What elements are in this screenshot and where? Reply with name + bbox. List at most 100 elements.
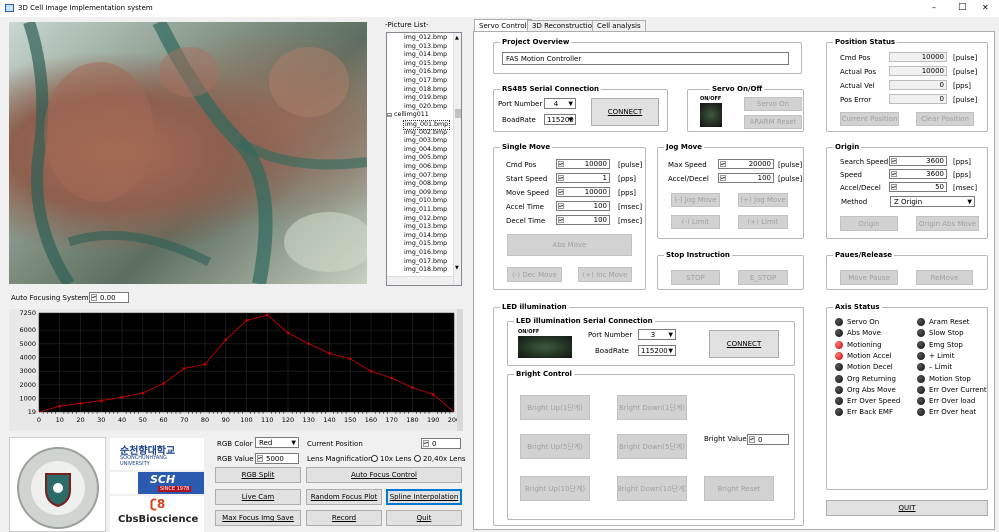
dec-move-button[interactable]: (-) Dec Move [507, 267, 562, 282]
list-item[interactable]: img_017.bmp [403, 258, 448, 266]
tab-servo-control[interactable]: Servo Control [474, 19, 532, 31]
list-hscrollbar[interactable] [387, 276, 453, 285]
spin-arrows-icon[interactable]: ▴▾ [558, 189, 564, 195]
bright-down-5-button[interactable]: Bright Down(5단계) [617, 434, 687, 459]
method-select[interactable]: Z Origin ▼ [890, 196, 975, 207]
project-name-field[interactable]: FAS Motion Controller [502, 52, 789, 65]
remove-button[interactable]: ReMove [916, 270, 973, 285]
origin-value[interactable]: ▴▾ 3600 [889, 156, 947, 166]
led-port-select[interactable]: 3 ▼ [638, 329, 676, 340]
origin-value[interactable]: ▴▾ 3600 [889, 169, 947, 179]
tree-folder-item[interactable]: cellimg011 [393, 111, 430, 119]
list-item[interactable]: img_018.bmp [403, 86, 448, 94]
bright-down-1-button[interactable]: Bright Down(1단계) [617, 395, 687, 420]
spin-arrows-icon[interactable]: ▴▾ [558, 203, 564, 209]
bright-reset-button[interactable]: Bright Reset [704, 476, 774, 501]
list-item[interactable]: img_016.bmp [403, 68, 448, 76]
list-item[interactable]: img_010.bmp [403, 197, 448, 205]
list-item[interactable]: img_006.bmp [403, 163, 448, 171]
limit-minus-button[interactable]: (-) Limit [671, 215, 720, 229]
list-item[interactable]: img_012.bmp [403, 215, 448, 223]
list-item[interactable]: img_019.bmp [403, 94, 448, 102]
spin-arrows-icon[interactable]: ▴▾ [720, 161, 726, 167]
spin-arrows-icon[interactable]: ▴▾ [891, 184, 897, 190]
list-item[interactable]: img_013.bmp [403, 223, 448, 231]
list-item[interactable]: img_009.bmp [403, 189, 448, 197]
list-item[interactable]: img_020.bmp [403, 103, 448, 111]
servo-on-button[interactable]: Servo On [744, 97, 802, 111]
limit-plus-button[interactable]: (+) Limit [738, 215, 788, 229]
list-item[interactable]: img_017.bmp [403, 77, 448, 85]
origin-abs-move-button[interactable]: Origin Abs Move [916, 216, 979, 231]
abs-move-button[interactable]: Abs Move [507, 234, 632, 256]
stop-button[interactable]: STOP [671, 270, 720, 285]
bright-up-1-button[interactable]: Bright Up(1단계) [520, 395, 590, 420]
list-item[interactable]: img_014.bmp [403, 51, 448, 59]
list-item[interactable]: img_008.bmp [403, 180, 448, 188]
rgb-value-spinner[interactable]: ▴▾ 5000 [255, 453, 299, 464]
led-connect-button[interactable]: CONNECT [709, 330, 779, 358]
rs485-connect-button[interactable]: CONNECT [591, 98, 659, 126]
list-item[interactable]: img_004.bmp [403, 146, 448, 154]
list-item[interactable]: img_015.bmp [403, 60, 448, 68]
picture-list[interactable]: img_012.bmp img_013.bmp img_014.bmp img_015… [386, 32, 462, 286]
lens-20x-radio[interactable] [414, 455, 421, 462]
rgb-split-button[interactable]: RGB Split [215, 467, 301, 483]
spin-arrows-icon[interactable]: ▴▾ [891, 171, 897, 177]
current-position-spinner[interactable]: ▴▾ 0 [421, 438, 461, 449]
single-move-value[interactable]: ▴▾ 10000 [556, 159, 610, 169]
baudrate-select[interactable]: 115200 ▼ [544, 114, 576, 125]
list-item[interactable]: img_016.bmp [403, 249, 448, 257]
spline-interpolation-button[interactable]: Spline Interpolation [386, 489, 462, 505]
spin-arrows-icon[interactable]: ▴▾ [891, 158, 897, 164]
port-number-select[interactable]: 4 ▼ [544, 98, 576, 109]
list-item[interactable]: img_013.bmp [403, 43, 448, 51]
spin-arrows-icon[interactable]: ▴▾ [720, 175, 726, 181]
quit-small-button[interactable]: Quit [386, 510, 462, 526]
spin-arrows-icon[interactable]: ▴▾ [558, 217, 564, 223]
random-focus-plot-button[interactable]: Random Focus Plot [306, 489, 382, 505]
single-move-value[interactable]: ▴▾ 10000 [556, 187, 610, 197]
list-item[interactable]: img_002.bmp [403, 129, 448, 137]
lens-10x-radio[interactable] [371, 455, 378, 462]
list-item[interactable]: img_018.bmp [403, 266, 448, 274]
list-item[interactable]: img_012.bmp [403, 34, 448, 42]
list-item[interactable]: img_003.bmp [403, 137, 448, 145]
maximize-button[interactable]: □ [958, 2, 967, 12]
bright-up-5-button[interactable]: Bright Up(5단계) [520, 434, 590, 459]
estop-button[interactable]: E_STOP [738, 270, 788, 285]
list-item[interactable]: img_007.bmp [403, 172, 448, 180]
move-pause-button[interactable]: Move Pause [840, 270, 898, 285]
origin-button[interactable]: Origin [840, 216, 898, 231]
autofocus-spinner[interactable]: ▴▾ 0.00 [89, 292, 129, 303]
spin-arrows-icon[interactable]: ▴▾ [558, 161, 564, 167]
list-item[interactable]: img_011.bmp [403, 206, 448, 214]
scroll-up-icon[interactable]: ▲ [455, 35, 459, 41]
close-button[interactable]: ✕ [982, 3, 989, 12]
clear-position-button[interactable]: Clear Position [916, 112, 974, 126]
quit-button[interactable]: QUIT [826, 500, 988, 516]
single-move-value[interactable]: ▴▾ 1 [556, 173, 610, 183]
inc-move-button[interactable]: (+) Inc Move [578, 267, 632, 282]
spin-arrows-icon[interactable]: ▴▾ [558, 175, 564, 181]
jog-plus-button[interactable]: (+) Jog Move [738, 193, 788, 207]
bright-up-10-button[interactable]: Bright Up(10단계) [520, 476, 590, 501]
scroll-down-icon[interactable]: ▼ [455, 265, 459, 271]
led-baud-select[interactable]: 115200 ▼ [638, 345, 676, 356]
max-focus-img-save-button[interactable]: Max Focus Img Save [215, 510, 301, 526]
single-move-value[interactable]: ▴▾ 100 [556, 215, 610, 225]
current-position-button[interactable]: Current Position [840, 112, 899, 126]
jog-move-value[interactable]: ▴▾ 20000 [718, 159, 774, 169]
alarm-reset-button[interactable]: ARARM Reset [744, 115, 802, 129]
minimize-button[interactable]: – [932, 3, 936, 12]
origin-value[interactable]: ▴▾ 50 [889, 182, 947, 192]
live-cam-button[interactable]: Live Cam [215, 489, 301, 505]
list-item[interactable]: img_014.bmp [403, 232, 448, 240]
tree-collapse-icon[interactable]: ⊟ [387, 112, 392, 119]
single-move-value[interactable]: ▴▾ 100 [556, 201, 610, 211]
record-button[interactable]: Record [306, 510, 382, 526]
list-scrollbar[interactable]: ▲ ▼ [453, 33, 461, 285]
list-item[interactable]: img_015.bmp [403, 240, 448, 248]
bright-down-10-button[interactable]: Bright Down(10단계) [617, 476, 687, 501]
list-item[interactable]: img_005.bmp [403, 154, 448, 162]
